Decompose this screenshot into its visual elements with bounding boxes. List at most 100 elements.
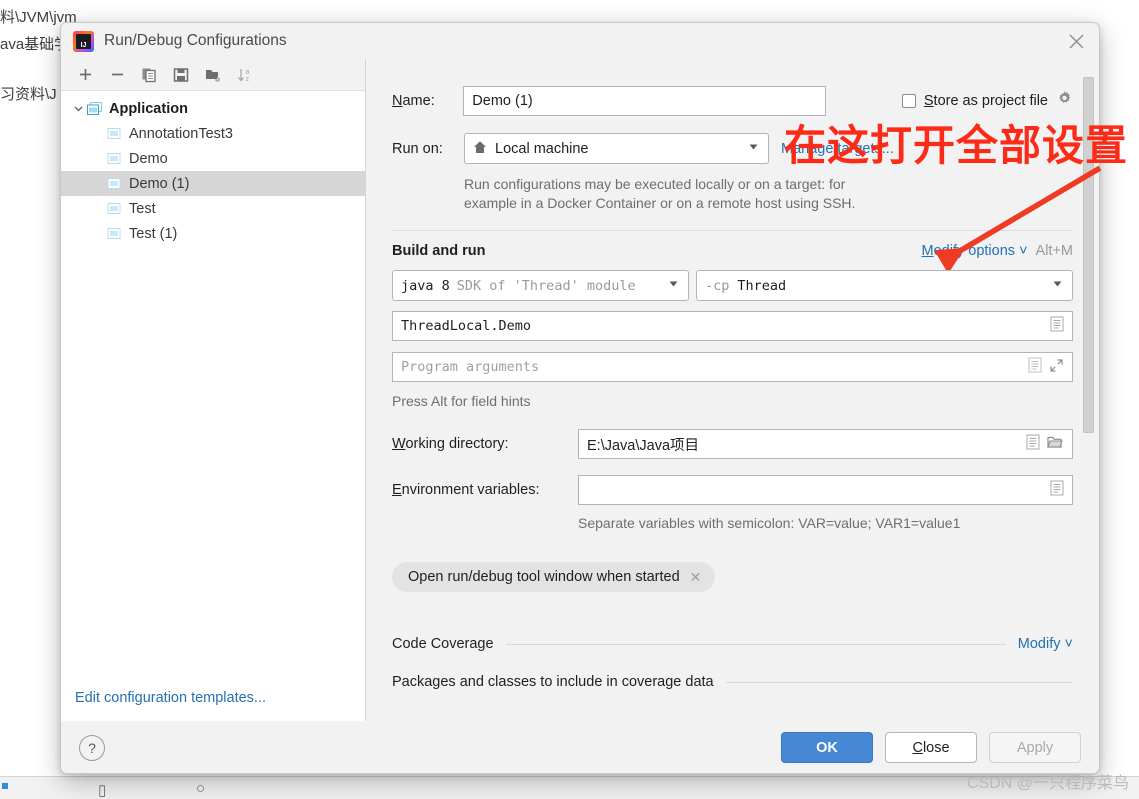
main-class-value: ThreadLocal.Demo (401, 318, 532, 334)
sort-configurations-button[interactable]: a z (229, 61, 261, 89)
application-icon (107, 202, 122, 215)
tree-item-demo[interactable]: Demo (61, 146, 365, 171)
wd-label-mnemonic: W (392, 436, 406, 452)
run-on-hint-line2: example in a Docker Container or on a re… (464, 195, 856, 211)
environment-variables-input[interactable] (578, 475, 1073, 505)
build-and-run-title: Build and run (392, 243, 486, 259)
jdk-dropdown[interactable]: java 8 SDK of 'Thread' module (392, 270, 689, 301)
store-label-mnemonic: S (923, 93, 934, 109)
main-class-input[interactable]: ThreadLocal.Demo (392, 311, 1073, 341)
edit-templates-footer: Edit configuration templates... (61, 675, 365, 721)
chevron-down-icon[interactable] (1051, 277, 1064, 294)
working-directory-value: E:\Java\Java项目 (587, 437, 700, 454)
dialog-titlebar: IJ Run/Debug Configurations (61, 23, 1099, 59)
modify-options-shortcut: Alt+M (1035, 243, 1073, 259)
tree-item-annotationtest3[interactable]: AnnotationTest3 (61, 121, 365, 146)
tree-item-test-1[interactable]: Test (1) (61, 221, 365, 246)
code-coverage-modify-link[interactable]: Modify ˅ (1018, 636, 1073, 652)
edit-configuration-templates-link[interactable]: Edit configuration templates... (75, 690, 266, 706)
field-hint: Press Alt for field hints (392, 393, 531, 409)
chevron-down-icon[interactable] (747, 140, 760, 157)
new-folder-button[interactable] (197, 61, 229, 89)
code-coverage-modify-label: Modify (1017, 636, 1061, 652)
working-directory-label: Working directory: (392, 436, 578, 452)
modify-options-rest: odify options (933, 243, 1016, 259)
svg-text:a: a (245, 69, 249, 76)
expand-icon[interactable] (1049, 358, 1064, 377)
tree-item-label: Test (129, 200, 156, 217)
modify-options-link[interactable]: Modify options ˅ (922, 243, 1028, 259)
configurations-pane: a z Application AnnotationTest3 Demo Dem… (61, 59, 366, 721)
csdn-watermark: CSDN @一只程序菜鸟 (966, 775, 1129, 792)
env-label-rest: nvironment variables: (401, 482, 540, 498)
application-icon (107, 127, 122, 140)
tree-group-label: Application (109, 100, 188, 117)
cp-value: Thread (737, 277, 787, 294)
copy-configuration-button[interactable] (133, 61, 165, 89)
run-on-value: Local machine (495, 140, 589, 157)
tree-item-demo-1[interactable]: Demo (1) (61, 171, 365, 196)
close-icon[interactable]: ✕ (690, 569, 702, 586)
coverage-packages-title: Packages and classes to include in cover… (392, 674, 714, 690)
jdk-prefix: java 8 (401, 277, 450, 294)
browse-list-icon[interactable] (1050, 316, 1064, 336)
screenshot-root: 料\JVM\jvm ava基础学 习资料\J ▯ ○ IJ Run/Debug … (0, 0, 1139, 799)
browse-list-icon[interactable] (1026, 434, 1040, 454)
environment-hint: Separate variables with semicolon: VAR=v… (578, 515, 961, 531)
tree-item-label: Demo (129, 150, 168, 167)
working-directory-input[interactable]: E:\Java\Java项目 (578, 429, 1073, 459)
chevron-down-icon: ˅ (1019, 243, 1028, 259)
name-label: Name: (392, 93, 463, 109)
chevron-down-icon[interactable] (69, 103, 87, 114)
application-icon (107, 177, 122, 190)
folder-icon[interactable] (1047, 435, 1064, 454)
taskbar-window-icon[interactable]: ▯ (98, 781, 106, 799)
jdk-suffix: SDK of 'Thread' module (456, 277, 636, 294)
close-icon[interactable] (1053, 23, 1099, 59)
program-arguments-input[interactable]: Program arguments (392, 352, 1073, 382)
taskbar-circle-icon[interactable]: ○ (196, 780, 205, 797)
run-on-hint-line1: Run configurations may be executed local… (464, 176, 846, 192)
browse-list-icon[interactable] (1028, 357, 1042, 377)
classpath-dropdown[interactable]: -cp Thread (696, 270, 1073, 301)
open-tool-window-chip[interactable]: Open run/debug tool window when started … (392, 562, 716, 592)
name-input[interactable]: Demo (1) (463, 86, 826, 116)
coverage-packages-divider (725, 681, 1073, 683)
background-path-text-2: ava基础学 (0, 36, 70, 53)
environment-variables-label: Environment variables: (392, 482, 578, 498)
store-as-project-file-label: Store as project file (924, 93, 1048, 109)
close-button[interactable]: Close (885, 732, 977, 763)
application-icon (107, 227, 122, 240)
application-icon (107, 152, 122, 165)
gear-icon[interactable] (1056, 90, 1073, 112)
dialog-footer: ? OK Close Apply (61, 721, 1099, 773)
code-coverage-divider (505, 643, 1006, 645)
modify-options-mnemonic: M (921, 243, 934, 259)
tree-group-application[interactable]: Application (61, 96, 365, 121)
add-configuration-button[interactable] (69, 61, 101, 89)
cp-prefix: -cp (705, 277, 730, 294)
name-label-rest: ame: (402, 93, 435, 109)
run-on-dropdown[interactable]: Local machine (464, 133, 769, 164)
tree-item-label: AnnotationTest3 (129, 125, 233, 142)
configurations-tree: Application AnnotationTest3 Demo Demo (1… (61, 91, 365, 675)
run-on-label: Run on: (392, 140, 443, 157)
ok-button[interactable]: OK (781, 732, 873, 763)
logo-text: IJ (80, 41, 87, 49)
chevron-down-icon: ˅ (1064, 636, 1073, 652)
home-icon (473, 140, 487, 158)
program-arguments-placeholder: Program arguments (401, 359, 540, 375)
open-tool-window-chip-label: Open run/debug tool window when started (408, 569, 680, 585)
help-button[interactable]: ? (79, 734, 105, 761)
run-on-hint: Run configurations may be executed local… (464, 175, 1073, 213)
background-path-text-3: 习资料\J (0, 86, 57, 103)
browse-list-icon[interactable] (1050, 480, 1064, 500)
save-configuration-button[interactable] (165, 61, 197, 89)
application-icon (87, 102, 102, 115)
chevron-down-icon[interactable] (667, 277, 680, 294)
close-button-rest: lose (922, 739, 950, 756)
store-as-project-file-checkbox[interactable] (901, 94, 916, 108)
remove-configuration-button[interactable] (101, 61, 133, 89)
tree-item-test[interactable]: Test (61, 196, 365, 221)
section-divider (392, 230, 1073, 231)
